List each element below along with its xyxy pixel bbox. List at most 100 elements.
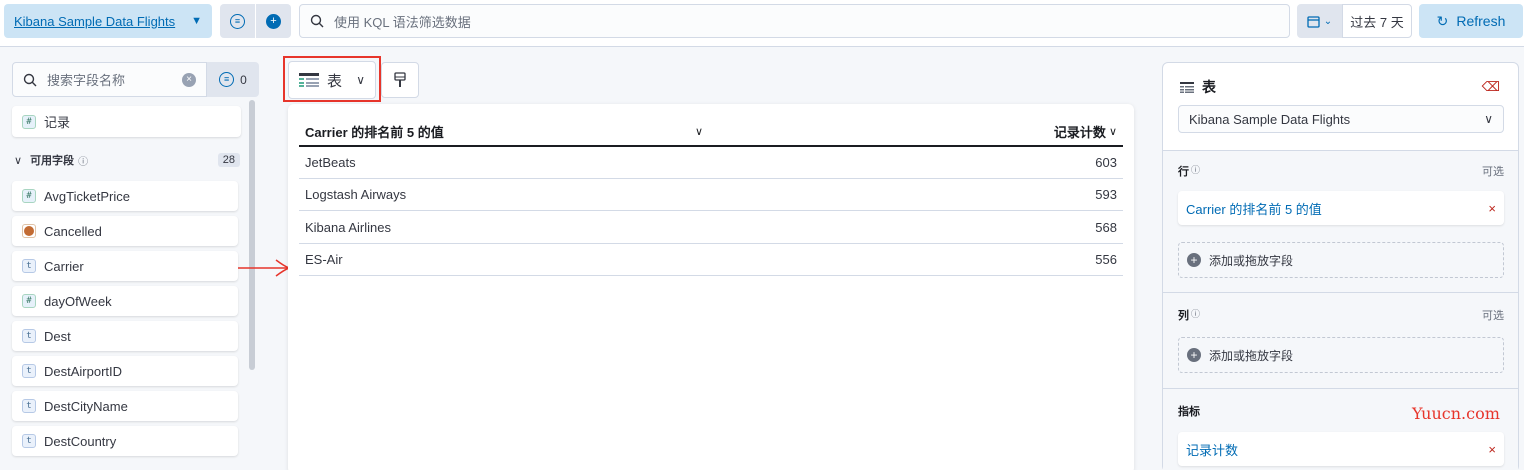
table-cell-count: 603 <box>1095 155 1117 170</box>
field-item[interactable]: Cancelled <box>12 216 238 246</box>
date-quick-menu-button[interactable]: ⌄ <box>1297 4 1342 38</box>
search-icon <box>310 14 324 28</box>
table-cell-carrier: JetBeats <box>305 155 356 170</box>
field-item[interactable]: # dayOfWeek <box>12 286 238 316</box>
table-cell-count: 593 <box>1095 187 1117 203</box>
field-item-label: DestAirportID <box>44 363 123 379</box>
available-fields-count: 28 <box>217 153 240 167</box>
boolean-type-icon <box>22 224 36 238</box>
field-item[interactable]: t Carrier <box>12 251 238 281</box>
config-title: 表 <box>1202 79 1216 95</box>
rows-dimension[interactable]: Carrier 的排名前 5 的值 × <box>1178 191 1504 225</box>
info-icon: ⓘ <box>1191 309 1201 319</box>
data-view-picker[interactable]: Kibana Sample Data Flights ▼ <box>4 4 212 38</box>
string-type-icon: t <box>22 259 36 273</box>
query-search-bar[interactable]: 使用 KQL 语法筛选数据 <box>299 4 1290 38</box>
chevron-down-icon: ⌄ <box>1323 15 1333 27</box>
rows-label: 行 <box>1178 166 1189 178</box>
string-type-icon: t <box>22 364 36 378</box>
field-item-label: DestCountry <box>44 433 117 449</box>
refresh-button[interactable]: ↻ Refresh <box>1419 4 1523 38</box>
chevron-down-icon[interactable]: ∨ <box>695 125 703 138</box>
number-type-icon: # <box>22 189 36 203</box>
table-cell-carrier: Kibana Airlines <box>305 219 391 235</box>
number-type-icon: # <box>22 294 36 308</box>
layer-data-view-select[interactable]: Kibana Sample Data Flights ∨ <box>1178 105 1504 133</box>
table-row: ES-Air 556 <box>299 244 1123 276</box>
rows-optional-label: 可选 <box>1482 166 1504 178</box>
field-list-scrollbar[interactable] <box>249 100 255 370</box>
chevron-down-icon: ∨ <box>1484 112 1493 126</box>
info-icon: ⓘ <box>1191 165 1201 175</box>
field-filter-count: 0 <box>240 72 247 87</box>
string-type-icon: t <box>22 399 36 413</box>
column-header-carrier[interactable]: Carrier 的排名前 5 的值 <box>305 122 444 141</box>
table-row: Logstash Airways 593 <box>299 179 1123 212</box>
available-fields-header[interactable]: ∨ 可用字段 ⓘ 28 <box>14 151 240 169</box>
highlight-box <box>283 56 381 102</box>
field-item[interactable]: t DestCityName <box>12 391 238 421</box>
metrics-dimension-label: 记录计数 <box>1186 442 1239 458</box>
remove-icon[interactable]: × <box>1488 442 1496 457</box>
available-fields-label: 可用字段 <box>30 155 75 167</box>
string-type-icon: t <box>22 434 36 448</box>
table-icon <box>1180 81 1194 93</box>
chevron-down-icon: ▼ <box>191 15 202 27</box>
rows-add-field[interactable]: + 添加或拖放字段 <box>1178 242 1504 278</box>
metrics-label: 指标 <box>1178 406 1200 418</box>
records-field[interactable]: # 记录 <box>12 106 241 137</box>
field-item-label: DestCityName <box>44 398 128 414</box>
table-cell-count: 568 <box>1095 219 1117 235</box>
calendar-icon <box>1307 15 1320 28</box>
annotation-arrow <box>238 259 292 277</box>
field-item-label: Carrier <box>44 258 84 274</box>
watermark: Yuucn.com <box>1412 404 1500 423</box>
search-placeholder: 使用 KQL 语法筛选数据 <box>334 14 471 30</box>
config-header: 表 ⌫ <box>1180 77 1500 97</box>
search-icon <box>23 73 37 86</box>
rows-section-title: 行 ⓘ 可选 <box>1178 163 1504 179</box>
plus-icon: + <box>1187 253 1201 267</box>
field-item[interactable]: t DestCountry <box>12 426 238 456</box>
filter-icon: ≡ <box>219 72 235 87</box>
date-range-display[interactable]: 过去 7 天 <box>1342 4 1412 38</box>
table-header: Carrier 的排名前 5 的值 ∨ 记录计数 ∨ <box>299 118 1123 147</box>
field-item-label: Cancelled <box>44 223 102 239</box>
field-filter-button[interactable]: ≡ 0 <box>207 62 259 97</box>
table-cell-count: 556 <box>1095 251 1117 267</box>
layer-data-view-label: Kibana Sample Data Flights <box>1189 111 1351 127</box>
table-row: Kibana Airlines 568 <box>299 212 1123 244</box>
field-item-label: Dest <box>44 328 71 344</box>
field-item[interactable]: t Dest <box>12 321 238 351</box>
add-filter-button[interactable]: + <box>256 4 291 38</box>
plus-icon: + <box>266 13 281 29</box>
paintbrush-icon <box>394 72 406 87</box>
data-view-label: Kibana Sample Data Flights <box>14 13 176 29</box>
table-cell-carrier: ES-Air <box>305 251 343 267</box>
field-item[interactable]: t DestAirportID <box>12 356 238 386</box>
chevron-down-icon: ∨ <box>14 154 23 167</box>
string-type-icon: t <box>22 329 36 343</box>
refresh-label: Refresh <box>1456 13 1506 29</box>
field-item-label: dayOfWeek <box>44 293 112 309</box>
column-header-count[interactable]: 记录计数 <box>1054 122 1106 141</box>
field-search-input[interactable]: 搜索字段名称 × <box>12 62 207 97</box>
info-icon: ⓘ <box>78 156 89 168</box>
columns-optional-label: 可选 <box>1482 310 1504 322</box>
columns-add-field[interactable]: + 添加或拖放字段 <box>1178 337 1504 373</box>
field-item-label: AvgTicketPrice <box>44 188 130 204</box>
clear-icon[interactable]: × <box>182 72 196 87</box>
style-settings-button[interactable] <box>381 62 419 98</box>
metrics-dimension[interactable]: 记录计数 × <box>1178 432 1504 466</box>
rows-add-field-label: 添加或拖放字段 <box>1209 253 1294 268</box>
columns-section-title: 列 ⓘ 可选 <box>1178 307 1504 323</box>
table-row: JetBeats 603 <box>299 147 1123 179</box>
eraser-icon[interactable]: ⌫ <box>1482 79 1500 95</box>
chevron-down-icon[interactable]: ∨ <box>1109 125 1117 138</box>
saved-query-button[interactable]: ≡ <box>220 4 255 38</box>
plus-icon: + <box>1187 348 1201 362</box>
field-item[interactable]: # AvgTicketPrice <box>12 181 238 211</box>
records-field-label: 记录 <box>44 115 71 130</box>
remove-icon[interactable]: × <box>1488 201 1496 216</box>
columns-add-field-label: 添加或拖放字段 <box>1209 348 1294 363</box>
